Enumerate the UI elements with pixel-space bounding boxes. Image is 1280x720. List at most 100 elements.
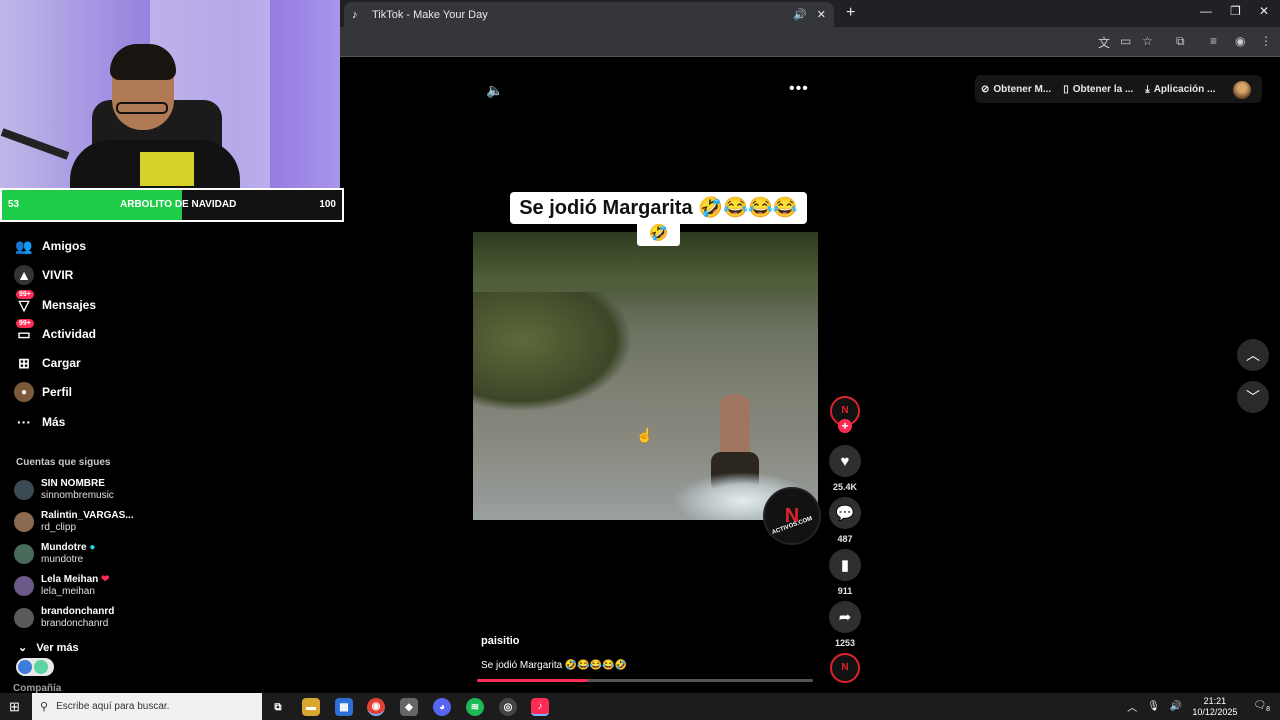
sidebar-item-live[interactable]: ▲ VIVIR (14, 265, 73, 285)
bookmark-star-icon[interactable]: ☆ (1142, 34, 1153, 48)
next-video-button[interactable]: ﹀ (1237, 381, 1269, 413)
video-progress-bar[interactable] (477, 679, 813, 682)
sidebar-item-label: Actividad (42, 327, 97, 341)
more-options-icon[interactable]: ••• (789, 80, 809, 98)
header-actions: ⊘ Obtener M... ▯ Obtener la ... ⤓ Aplica… (975, 75, 1262, 103)
system-clock[interactable]: 21:21 10/12/2025 (1192, 696, 1237, 718)
goal-progress-bar: 53 ARBOLITO DE NAVIDAD 100 (0, 188, 344, 222)
sidebar-item-messages[interactable]: ▽ 99+ Mensajes (14, 290, 97, 315)
save-button[interactable]: ▮ (829, 549, 861, 581)
profile-icon[interactable]: ◉ (1235, 34, 1245, 48)
discord-icon[interactable]: ◕ (433, 698, 451, 716)
like-button[interactable]: ♥ (829, 445, 861, 477)
phone-icon: ▯ (1063, 83, 1069, 95)
toggle-pill[interactable] (16, 658, 54, 676)
tiktok-icon: ♪ (352, 8, 358, 21)
more-icon: ··· (17, 414, 31, 430)
microphone-icon[interactable]: 🎙 (1147, 701, 1160, 712)
sidebar-item-activity[interactable]: ▭ 99+ Actividad (14, 319, 97, 344)
follow-plus-icon[interactable]: + (838, 419, 852, 433)
following-account[interactable]: SIN NOMBRE sinnombremusic (14, 478, 114, 502)
download-icon: ⤓ (1145, 83, 1150, 95)
speaker-icon[interactable]: 🔊 (793, 8, 807, 21)
volume-icon[interactable]: 🔈 (486, 82, 503, 99)
profile-icon: ● (14, 382, 34, 402)
extensions-icon[interactable]: ⧉ (1176, 34, 1185, 49)
file-explorer-icon[interactable]: ▬ (302, 698, 320, 716)
see-more-button[interactable]: ⌄ Ver más (18, 641, 79, 654)
video-author[interactable]: paisitio (481, 635, 520, 647)
like-count: 25.4K (832, 482, 858, 492)
previous-video-button[interactable]: ︿ (1237, 339, 1269, 371)
close-window-button[interactable]: ✕ (1259, 4, 1269, 18)
following-account[interactable]: Ralintin_VARGAS... rd_clipp (14, 510, 134, 534)
system-tray: ︿ 🎙 🔊 21:21 10/12/2025 🗨8 (1127, 693, 1280, 720)
activity-badge: 99+ (16, 319, 34, 328)
obs-icon[interactable]: ◎ (499, 698, 517, 716)
cast-icon[interactable]: ▭ (1120, 34, 1131, 48)
sidebar-item-more[interactable]: ··· Más (14, 412, 65, 432)
account-username: brandonchanrd (41, 618, 109, 629)
roblox-icon[interactable]: ◆ (400, 698, 418, 716)
mouse-cursor-icon: ☝ (636, 427, 654, 443)
following-account[interactable]: Mundotre ● mundotre (14, 542, 95, 566)
sidebar-item-friends[interactable]: 👥 Amigos (14, 236, 86, 256)
avatar (14, 576, 34, 596)
video-player[interactable] (473, 232, 818, 520)
chevron-down-icon: ⌄ (18, 642, 28, 654)
tab-tiktok[interactable]: ♪ TikTok - Make Your Day 🔊 ✕ (344, 2, 834, 27)
clock-time: 21:21 (1203, 695, 1227, 706)
tray-expand-icon[interactable]: ︿ (1127, 699, 1137, 714)
volume-icon[interactable]: 🔊 (1170, 701, 1182, 712)
sidebar-item-label: Mensajes (42, 298, 97, 312)
share-button[interactable]: ➦ (829, 601, 861, 633)
sidebar-item-profile[interactable]: ● Perfil (14, 382, 72, 402)
blue-circle-icon (18, 660, 32, 674)
search-placeholder: Escribe aquí para buscar. (56, 701, 170, 712)
windows-taskbar: ⊞ ⚲ Escribe aquí para buscar. ⧉ ▬ ▦ ◉ ◆ … (0, 693, 1280, 720)
new-tab-button[interactable]: + (846, 4, 855, 22)
close-tab-icon[interactable]: ✕ (817, 8, 826, 21)
sidebar-item-label: VIVIR (42, 268, 74, 282)
store-icon[interactable]: ▦ (335, 698, 353, 716)
get-coins-button[interactable]: ⊘ Obtener M... (981, 84, 1051, 95)
menu-icon[interactable]: ⋮ (1260, 34, 1272, 48)
chevron-up-icon: ︿ (1246, 347, 1260, 363)
following-account[interactable]: Lela Meihan ❤ lela_meihan (14, 574, 109, 598)
music-disc[interactable]: N (830, 653, 860, 683)
restore-button[interactable]: ❐ (1230, 4, 1241, 18)
translate-icon[interactable]: 文 (1098, 34, 1110, 51)
media-icon[interactable]: ≡ (1210, 34, 1217, 48)
see-more-label: Ver más (36, 642, 79, 654)
heart-icon: ❤ (101, 574, 110, 585)
following-account[interactable]: brandonchanrd brandonchanrd (14, 606, 114, 630)
sidebar-item-label: Perfil (42, 385, 73, 399)
sidebar-item-label: Cargar (42, 356, 81, 370)
tiktok-live-icon[interactable]: ♪ (531, 698, 549, 716)
task-view-icon[interactable]: ⧉ (269, 698, 287, 716)
video-description: Se jodió Margarita 🤣😂😂😂🤣 (481, 660, 628, 671)
following-title: Cuentas que sigues (16, 457, 111, 468)
notifications-icon[interactable]: 🗨8 (1253, 700, 1270, 713)
chrome-icon[interactable]: ◉ (367, 698, 385, 716)
sidebar-item-upload[interactable]: ⊞ Cargar (14, 353, 81, 373)
get-app-button[interactable]: ▯ Obtener la ... (1063, 84, 1133, 95)
chevron-down-icon: ﹀ (1246, 389, 1260, 405)
spotify-icon[interactable]: ≋ (466, 698, 484, 716)
search-icon: ⚲ (40, 701, 49, 713)
windows-start-icon[interactable]: ⊞ (9, 699, 20, 715)
comment-button[interactable]: 💬 (829, 497, 861, 529)
account-name: Mundotre ● (41, 542, 96, 553)
avatar (14, 480, 34, 500)
browser-toolbar: 文 ▭ ☆ ⧉ ≡ ◉ ⋮ (340, 27, 1280, 57)
minimize-button[interactable]: — (1200, 4, 1212, 18)
account-username: mundotre (41, 554, 84, 565)
video-progress-fill (477, 679, 588, 682)
user-avatar[interactable] (1233, 81, 1251, 99)
taskbar-search-input[interactable]: ⚲ Escribe aquí para buscar. (32, 693, 262, 720)
account-username: lela_meihan (41, 586, 95, 597)
video-caption-line2: 🤣 (637, 222, 680, 246)
avatar (14, 608, 34, 628)
avatar (14, 512, 34, 532)
desktop-app-button[interactable]: ⤓ Aplicación ... (1145, 84, 1215, 95)
